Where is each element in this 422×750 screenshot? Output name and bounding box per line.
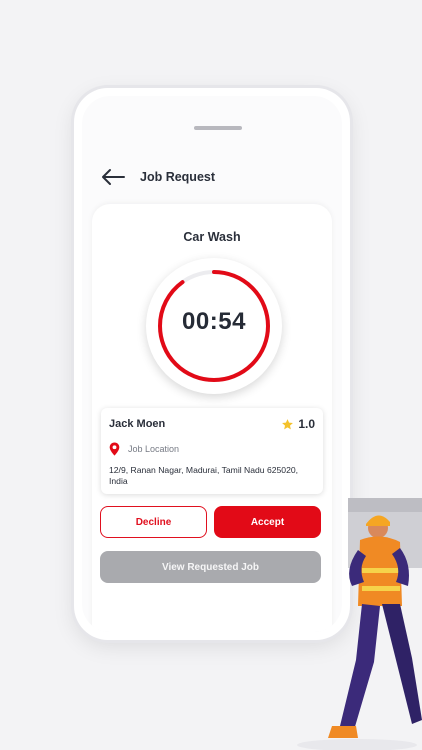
rating-value: 1.0 [298,417,315,431]
location-pin-icon [109,442,120,456]
customer-card: Jack Moen 1.0 Job Location 12/9, Ranan N… [101,408,323,494]
arrow-left-icon[interactable] [100,167,126,187]
app-header: Job Request [100,162,332,192]
customer-name: Jack Moen [109,418,166,430]
worker-carrying-box-illustration [297,498,422,750]
service-name: Car Wash [183,230,241,244]
customer-rating: 1.0 [281,417,315,431]
location-row: Job Location [109,442,179,456]
job-address: 12/9, Ranan Nagar, Madurai, Tamil Nadu 6… [109,465,299,486]
star-icon [282,418,294,429]
location-label: Job Location [128,444,180,454]
speaker-notch [194,126,242,130]
decline-button[interactable]: Decline [100,506,207,538]
timer-value: 00:54 [182,308,246,335]
page-title: Job Request [140,170,216,184]
countdown-timer: 00:54 [146,258,282,394]
